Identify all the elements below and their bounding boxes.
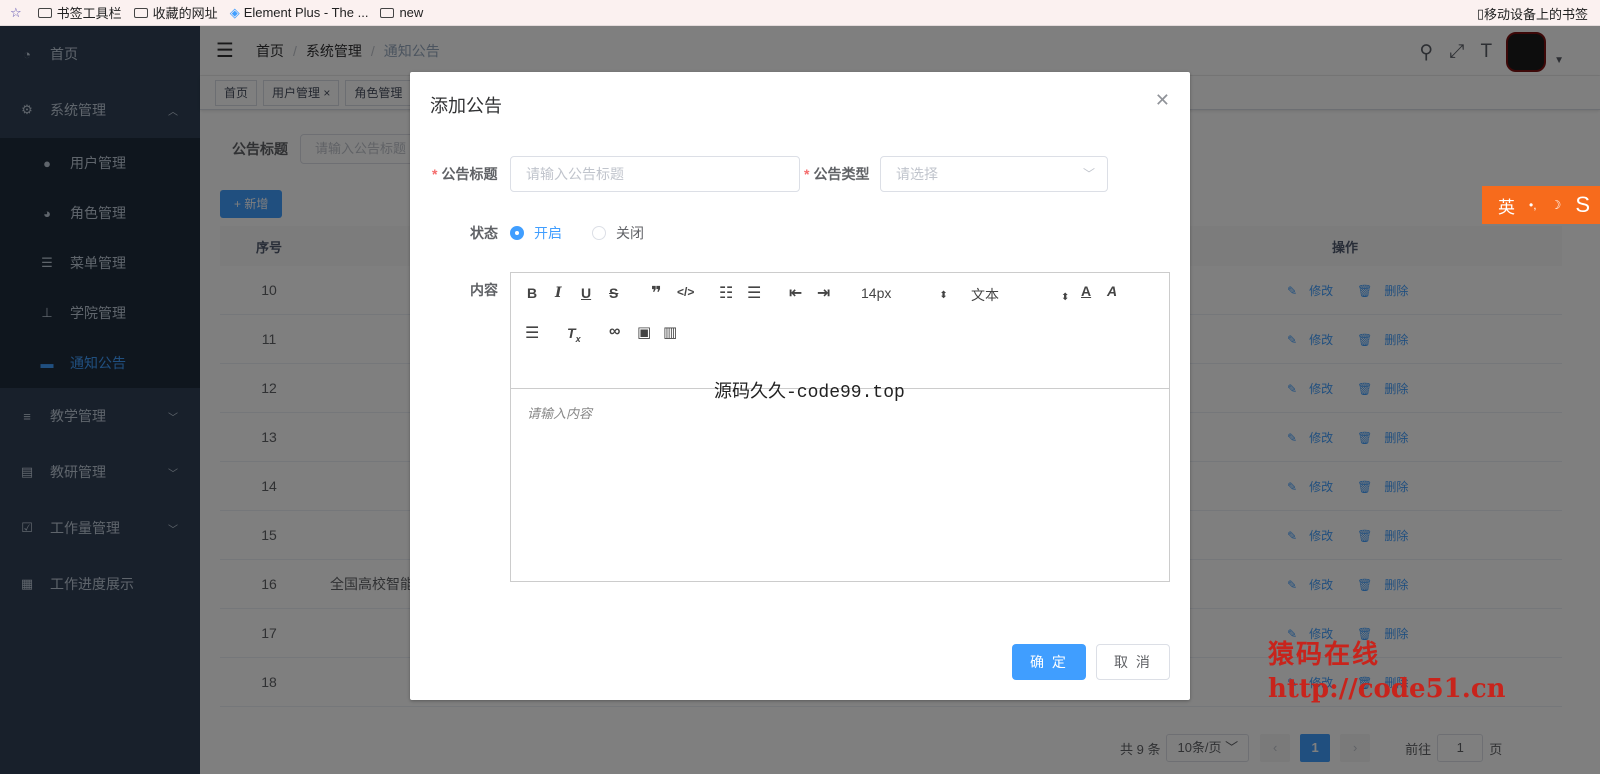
notice-title-input[interactable]: 请输入公告标题 bbox=[510, 156, 800, 192]
background-color-icon[interactable]: A bbox=[1107, 283, 1117, 299]
underline-icon[interactable]: U bbox=[581, 285, 591, 301]
notice-title-label: * 公告标题 bbox=[432, 166, 498, 182]
required-mark: * bbox=[432, 166, 438, 182]
outdent-icon[interactable]: ⇤ bbox=[789, 283, 802, 303]
heading-select[interactable]: 文本 ⬍ bbox=[971, 285, 1069, 305]
content-label: 内容 bbox=[470, 282, 498, 298]
folder-icon bbox=[133, 7, 148, 18]
mobile-icon: ▯ bbox=[1476, 5, 1484, 21]
star-icon: ☆ bbox=[10, 4, 22, 20]
editor-toolbar: B I U S ❞ </> ☷ ☰ ⇤ ⇥ 14px ⬍ 文本 ⬍ A A ☰ Tx… bbox=[511, 273, 1169, 389]
rich-text-editor: B I U S ❞ </> ☷ ☰ ⇤ ⇥ 14px ⬍ 文本 ⬍ A A ☰ Tx… bbox=[510, 272, 1170, 582]
status-radio-on[interactable]: 开启 bbox=[510, 223, 562, 243]
required-mark: * bbox=[804, 166, 810, 182]
ordered-list-icon[interactable]: ☷ bbox=[719, 283, 733, 303]
video-icon[interactable]: ▥ bbox=[663, 323, 677, 341]
bookmark-star[interactable]: ☆ bbox=[10, 5, 26, 21]
chevron-down-icon: ﹀ bbox=[1082, 167, 1095, 181]
radio-unchecked-icon bbox=[592, 226, 606, 240]
radio-checked-icon bbox=[510, 226, 524, 240]
code-icon[interactable]: </> bbox=[677, 285, 694, 299]
moon-icon: ☽ bbox=[1550, 198, 1562, 212]
mobile-bookmarks[interactable]: ▯ 移动设备上的书签 bbox=[1477, 4, 1588, 23]
watermark-line1: 猿码在线 bbox=[1268, 640, 1381, 670]
bookmark-element-plus[interactable]: ◈ Element Plus - The ... bbox=[230, 5, 369, 21]
close-icon[interactable]: ✕ bbox=[1155, 90, 1170, 111]
bookmark-folder-1[interactable]: 书签工具栏 bbox=[37, 3, 122, 22]
text-color-icon[interactable]: A bbox=[1081, 283, 1091, 299]
watermark-code51: 猿码在线 http://code51.cn bbox=[1268, 638, 1506, 706]
select-arrows-icon: ⬍ bbox=[1061, 292, 1070, 303]
bookmark-folder-3[interactable]: new bbox=[380, 5, 423, 20]
confirm-button[interactable]: 确 定 bbox=[1012, 644, 1086, 680]
image-icon[interactable]: ▣ bbox=[637, 323, 651, 341]
indent-icon[interactable]: ⇥ bbox=[817, 283, 830, 303]
folder-icon bbox=[37, 7, 52, 18]
notice-type-label: * 公告类型 bbox=[804, 166, 870, 182]
sogou-logo-icon: S bbox=[1575, 192, 1590, 217]
align-icon[interactable]: ☰ bbox=[525, 323, 539, 343]
ime-toolbar[interactable]: 英 •, ☽ S bbox=[1482, 186, 1600, 224]
status-label: 状态 bbox=[470, 225, 498, 241]
watermark-line2: http://code51.cn bbox=[1268, 674, 1506, 704]
font-size-select[interactable]: 14px ⬍ bbox=[861, 285, 948, 301]
blockquote-icon[interactable]: ❞ bbox=[651, 283, 662, 304]
bullet-list-icon[interactable]: ☰ bbox=[747, 283, 761, 303]
element-plus-icon: ◈ bbox=[229, 4, 240, 20]
italic-icon[interactable]: I bbox=[555, 285, 562, 301]
clear-format-icon[interactable]: Tx bbox=[567, 325, 581, 344]
add-notice-dialog: 添加公告 ✕ * 公告标题 请输入公告标题 * 公告类型 请选择 ﹀ 状态 开启 关闭… bbox=[410, 72, 1190, 700]
ime-mode: 英 bbox=[1498, 197, 1515, 217]
bookmark-folder-2[interactable]: 收藏的网址 bbox=[133, 3, 218, 22]
status-radio-off[interactable]: 关闭 bbox=[592, 223, 644, 243]
select-arrows-icon: ⬍ bbox=[939, 290, 948, 301]
dialog-title: 添加公告 bbox=[430, 96, 502, 116]
watermark-code99: 源码久久-code99.top bbox=[714, 383, 905, 403]
strikethrough-icon[interactable]: S bbox=[609, 285, 618, 301]
ime-punct-icon: •, bbox=[1529, 198, 1537, 212]
link-icon[interactable]: ∞ bbox=[609, 323, 620, 341]
bookmarks-bar: ☆ 书签工具栏 收藏的网址 ◈ Element Plus - The ... ne… bbox=[0, 0, 1600, 26]
bold-icon[interactable]: B bbox=[527, 285, 537, 301]
folder-icon bbox=[380, 7, 395, 18]
notice-type-select[interactable]: 请选择 ﹀ bbox=[880, 156, 1108, 192]
cancel-button[interactable]: 取 消 bbox=[1096, 644, 1170, 680]
editor-placeholder[interactable]: 请输入内容 bbox=[527, 403, 592, 422]
